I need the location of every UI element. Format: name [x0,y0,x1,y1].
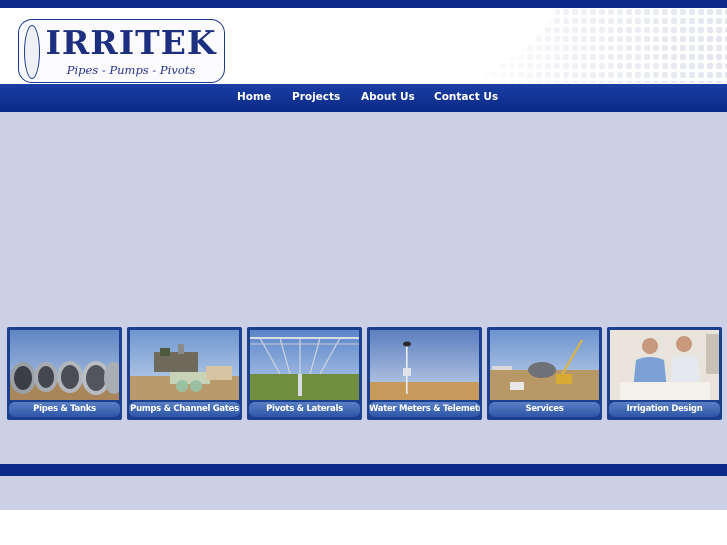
nav-contact-us[interactable]: Contact Us [434,91,498,104]
logo-pipe-icon [24,25,40,79]
site-header: IRRITEK Pipes - Pumps - Pivots [0,8,727,83]
category-label: Pipes & Tanks [9,402,120,417]
top-stripe [0,0,727,8]
nav-home[interactable]: Home [237,91,271,104]
main-content: Pipes & Tanks Pumps & Channel Gates Pivo [0,112,727,464]
main-nav: Home Projects About Us Contact Us [0,84,727,112]
category-pivots-laterals[interactable]: Pivots & Laterals [247,327,362,420]
nav-projects[interactable]: Projects [292,91,340,104]
category-label: Pumps & Channel Gates [129,402,240,417]
category-pumps-channel-gates[interactable]: Pumps & Channel Gates [127,327,242,420]
category-label: Services [489,402,600,417]
pipes-tanks-photo [10,330,119,400]
logo-tagline: Pipes - Pumps - Pivots [66,63,196,77]
footer [0,476,727,510]
category-water-meters-telemetry[interactable]: Water Meters & Telemetry [367,327,482,420]
bottom-stripe [0,464,727,476]
services-photo [490,330,599,400]
irritek-logo[interactable]: IRRITEK Pipes - Pumps - Pivots [18,19,225,83]
category-irrigation-design[interactable]: Irrigation Design [607,327,722,420]
category-label: Water Meters & Telemetry [369,402,480,417]
irrigation-design-photo [610,330,719,400]
water-meters-telemetry-photo [370,330,479,400]
dot-pattern-decoration [427,8,727,83]
category-pipes-tanks[interactable]: Pipes & Tanks [7,327,122,420]
category-label: Irrigation Design [609,402,720,417]
nav-about-us[interactable]: About Us [361,91,415,104]
pivots-laterals-photo [250,330,359,400]
pumps-channel-gates-photo [130,330,239,400]
category-label: Pivots & Laterals [249,402,360,417]
logo-title: IRRITEK [45,23,217,62]
category-services[interactable]: Services [487,327,602,420]
